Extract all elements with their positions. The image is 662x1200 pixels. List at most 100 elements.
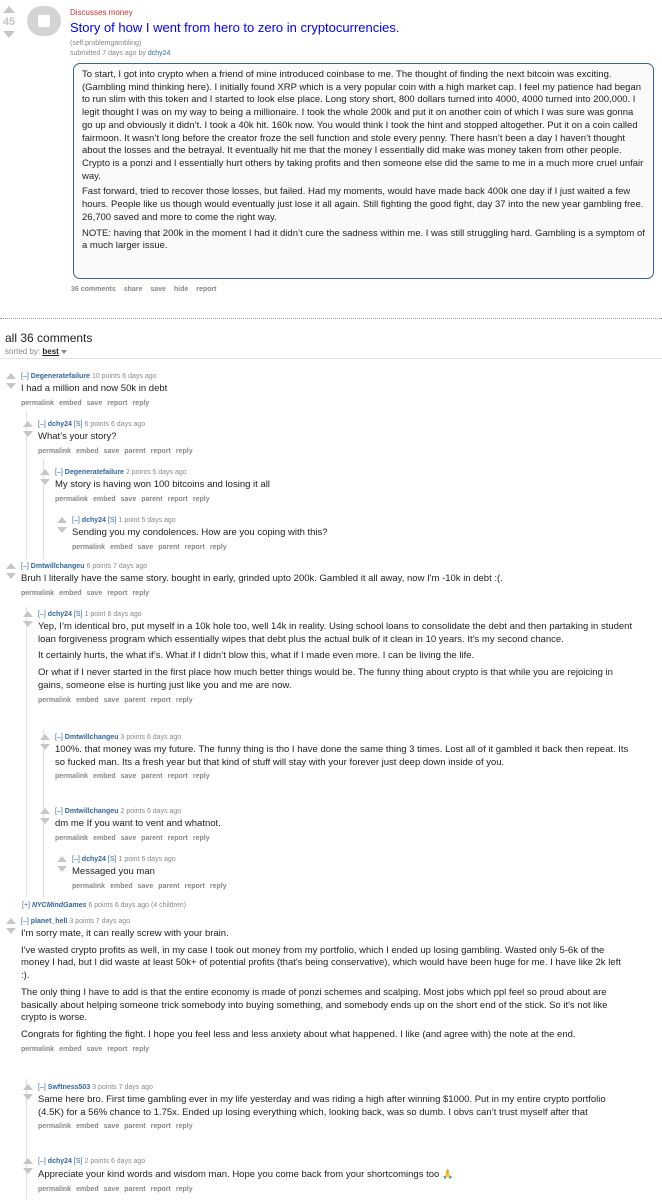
save-link[interactable]: save [87,1046,103,1053]
comment-author-link[interactable]: Degeneratefailure [65,469,124,476]
permalink-link[interactable]: permalink [38,1186,71,1193]
comments-link[interactable]: 36 comments [71,286,116,293]
reply-link[interactable]: reply [132,590,149,597]
reply-link[interactable]: reply [193,773,210,780]
post-title[interactable]: Story of how I went from hero to zero in… [70,20,399,35]
downvote-arrow-icon[interactable] [57,527,67,533]
comment-author-link[interactable]: Dmtwillchangeu [31,563,85,570]
report-link[interactable]: report [151,1186,171,1193]
report-link[interactable]: report [185,883,205,890]
save-link[interactable]: save [121,773,137,780]
report-link[interactable]: report [196,286,216,293]
reply-link[interactable]: reply [176,697,193,704]
embed-link[interactable]: embed [93,773,116,780]
collapse-toggle[interactable]: [–] [72,517,80,524]
embed-link[interactable]: embed [76,1123,99,1130]
permalink-link[interactable]: permalink [38,448,71,455]
parent-link[interactable]: parent [141,773,162,780]
downvote-arrow-icon[interactable] [6,383,16,389]
upvote-arrow-icon[interactable] [23,611,33,617]
save-link[interactable]: save [104,697,120,704]
collapse-toggle[interactable]: [–] [38,1158,46,1165]
comment-author-link[interactable]: Dmtwillchangeu [65,808,119,815]
collapse-toggle[interactable]: [–] [21,373,29,380]
post-domain[interactable]: (self.problemgambling) [70,40,141,47]
collapse-toggle[interactable]: [–] [38,611,46,618]
permalink-link[interactable]: permalink [38,697,71,704]
report-link[interactable]: report [107,590,127,597]
report-link[interactable]: report [168,835,188,842]
comment-author-link[interactable]: Dmtwillchangeu [65,734,119,741]
comment-author-link[interactable]: dchy24 [48,611,72,618]
expand-toggle[interactable]: [+] [22,902,30,909]
downvote-arrow-icon[interactable] [40,818,50,824]
save-link[interactable]: save [138,544,154,551]
submitter-badge[interactable]: [S] [108,856,117,863]
comment-author-link[interactable]: NYCMindGames [32,902,86,909]
downvote-arrow-icon[interactable] [6,573,16,579]
save-link[interactable]: save [87,590,103,597]
upvote-arrow-icon[interactable] [6,373,16,379]
comment-author-link[interactable]: dchy24 [82,856,106,863]
permalink-link[interactable]: permalink [55,835,88,842]
save-link[interactable]: save [121,496,137,503]
downvote-arrow-icon[interactable] [40,479,50,485]
submitter-badge[interactable]: [S] [74,611,83,618]
comment-author-link[interactable]: dchy24 [48,1158,72,1165]
permalink-link[interactable]: permalink [21,400,54,407]
save-link[interactable]: save [121,835,137,842]
embed-link[interactable]: embed [93,835,116,842]
upvote-arrow-icon[interactable] [6,918,16,924]
reply-link[interactable]: reply [176,1123,193,1130]
upvote-arrow-icon[interactable] [40,469,50,475]
comment-author-link[interactable]: Swftness503 [48,1084,90,1091]
comment-author-link[interactable]: planet_hell [31,918,68,925]
share-link[interactable]: share [124,286,143,293]
embed-link[interactable]: embed [110,883,133,890]
save-link[interactable]: save [87,400,103,407]
collapse-toggle[interactable]: [–] [55,734,63,741]
report-link[interactable]: report [185,544,205,551]
upvote-arrow-icon[interactable] [40,734,50,740]
parent-link[interactable]: parent [158,544,179,551]
embed-link[interactable]: embed [76,697,99,704]
downvote-arrow-icon[interactable] [40,744,50,750]
upvote-arrow-icon[interactable] [6,563,16,569]
downvote-arrow-icon[interactable] [6,928,16,934]
submitter-badge[interactable]: [S] [74,421,83,428]
reply-link[interactable]: reply [193,835,210,842]
permalink-link[interactable]: permalink [38,1123,71,1130]
post-author-link[interactable]: dchy24 [148,50,171,57]
parent-link[interactable]: parent [124,697,145,704]
embed-link[interactable]: embed [93,496,116,503]
parent-link[interactable]: parent [158,883,179,890]
permalink-link[interactable]: permalink [55,773,88,780]
upvote-arrow-icon[interactable] [57,517,67,523]
permalink-link[interactable]: permalink [72,883,105,890]
reply-link[interactable]: reply [193,496,210,503]
collapse-toggle[interactable]: [–] [55,808,63,815]
save-link[interactable]: save [138,883,154,890]
report-link[interactable]: report [151,1123,171,1130]
embed-link[interactable]: embed [59,400,82,407]
collapse-toggle[interactable]: [–] [21,563,29,570]
save-link[interactable]: save [104,1123,120,1130]
submitter-badge[interactable]: [S] [108,517,117,524]
comment-author-link[interactable]: Degeneratefailure [31,373,90,380]
collapse-toggle[interactable]: [–] [21,918,29,925]
collapse-toggle[interactable]: [–] [72,856,80,863]
parent-link[interactable]: parent [124,1186,145,1193]
save-link[interactable]: save [104,1186,120,1193]
report-link[interactable]: report [151,697,171,704]
permalink-link[interactable]: permalink [21,590,54,597]
report-link[interactable]: report [151,448,171,455]
embed-link[interactable]: embed [59,1046,82,1053]
hide-link[interactable]: hide [174,286,188,293]
comment-author-link[interactable]: dchy24 [82,517,106,524]
parent-link[interactable]: parent [141,835,162,842]
upvote-arrow-icon[interactable] [23,421,33,427]
report-link[interactable]: report [168,773,188,780]
upvote-arrow-icon[interactable] [23,1158,33,1164]
sort-dropdown[interactable]: best [42,347,58,356]
report-link[interactable]: report [107,1046,127,1053]
